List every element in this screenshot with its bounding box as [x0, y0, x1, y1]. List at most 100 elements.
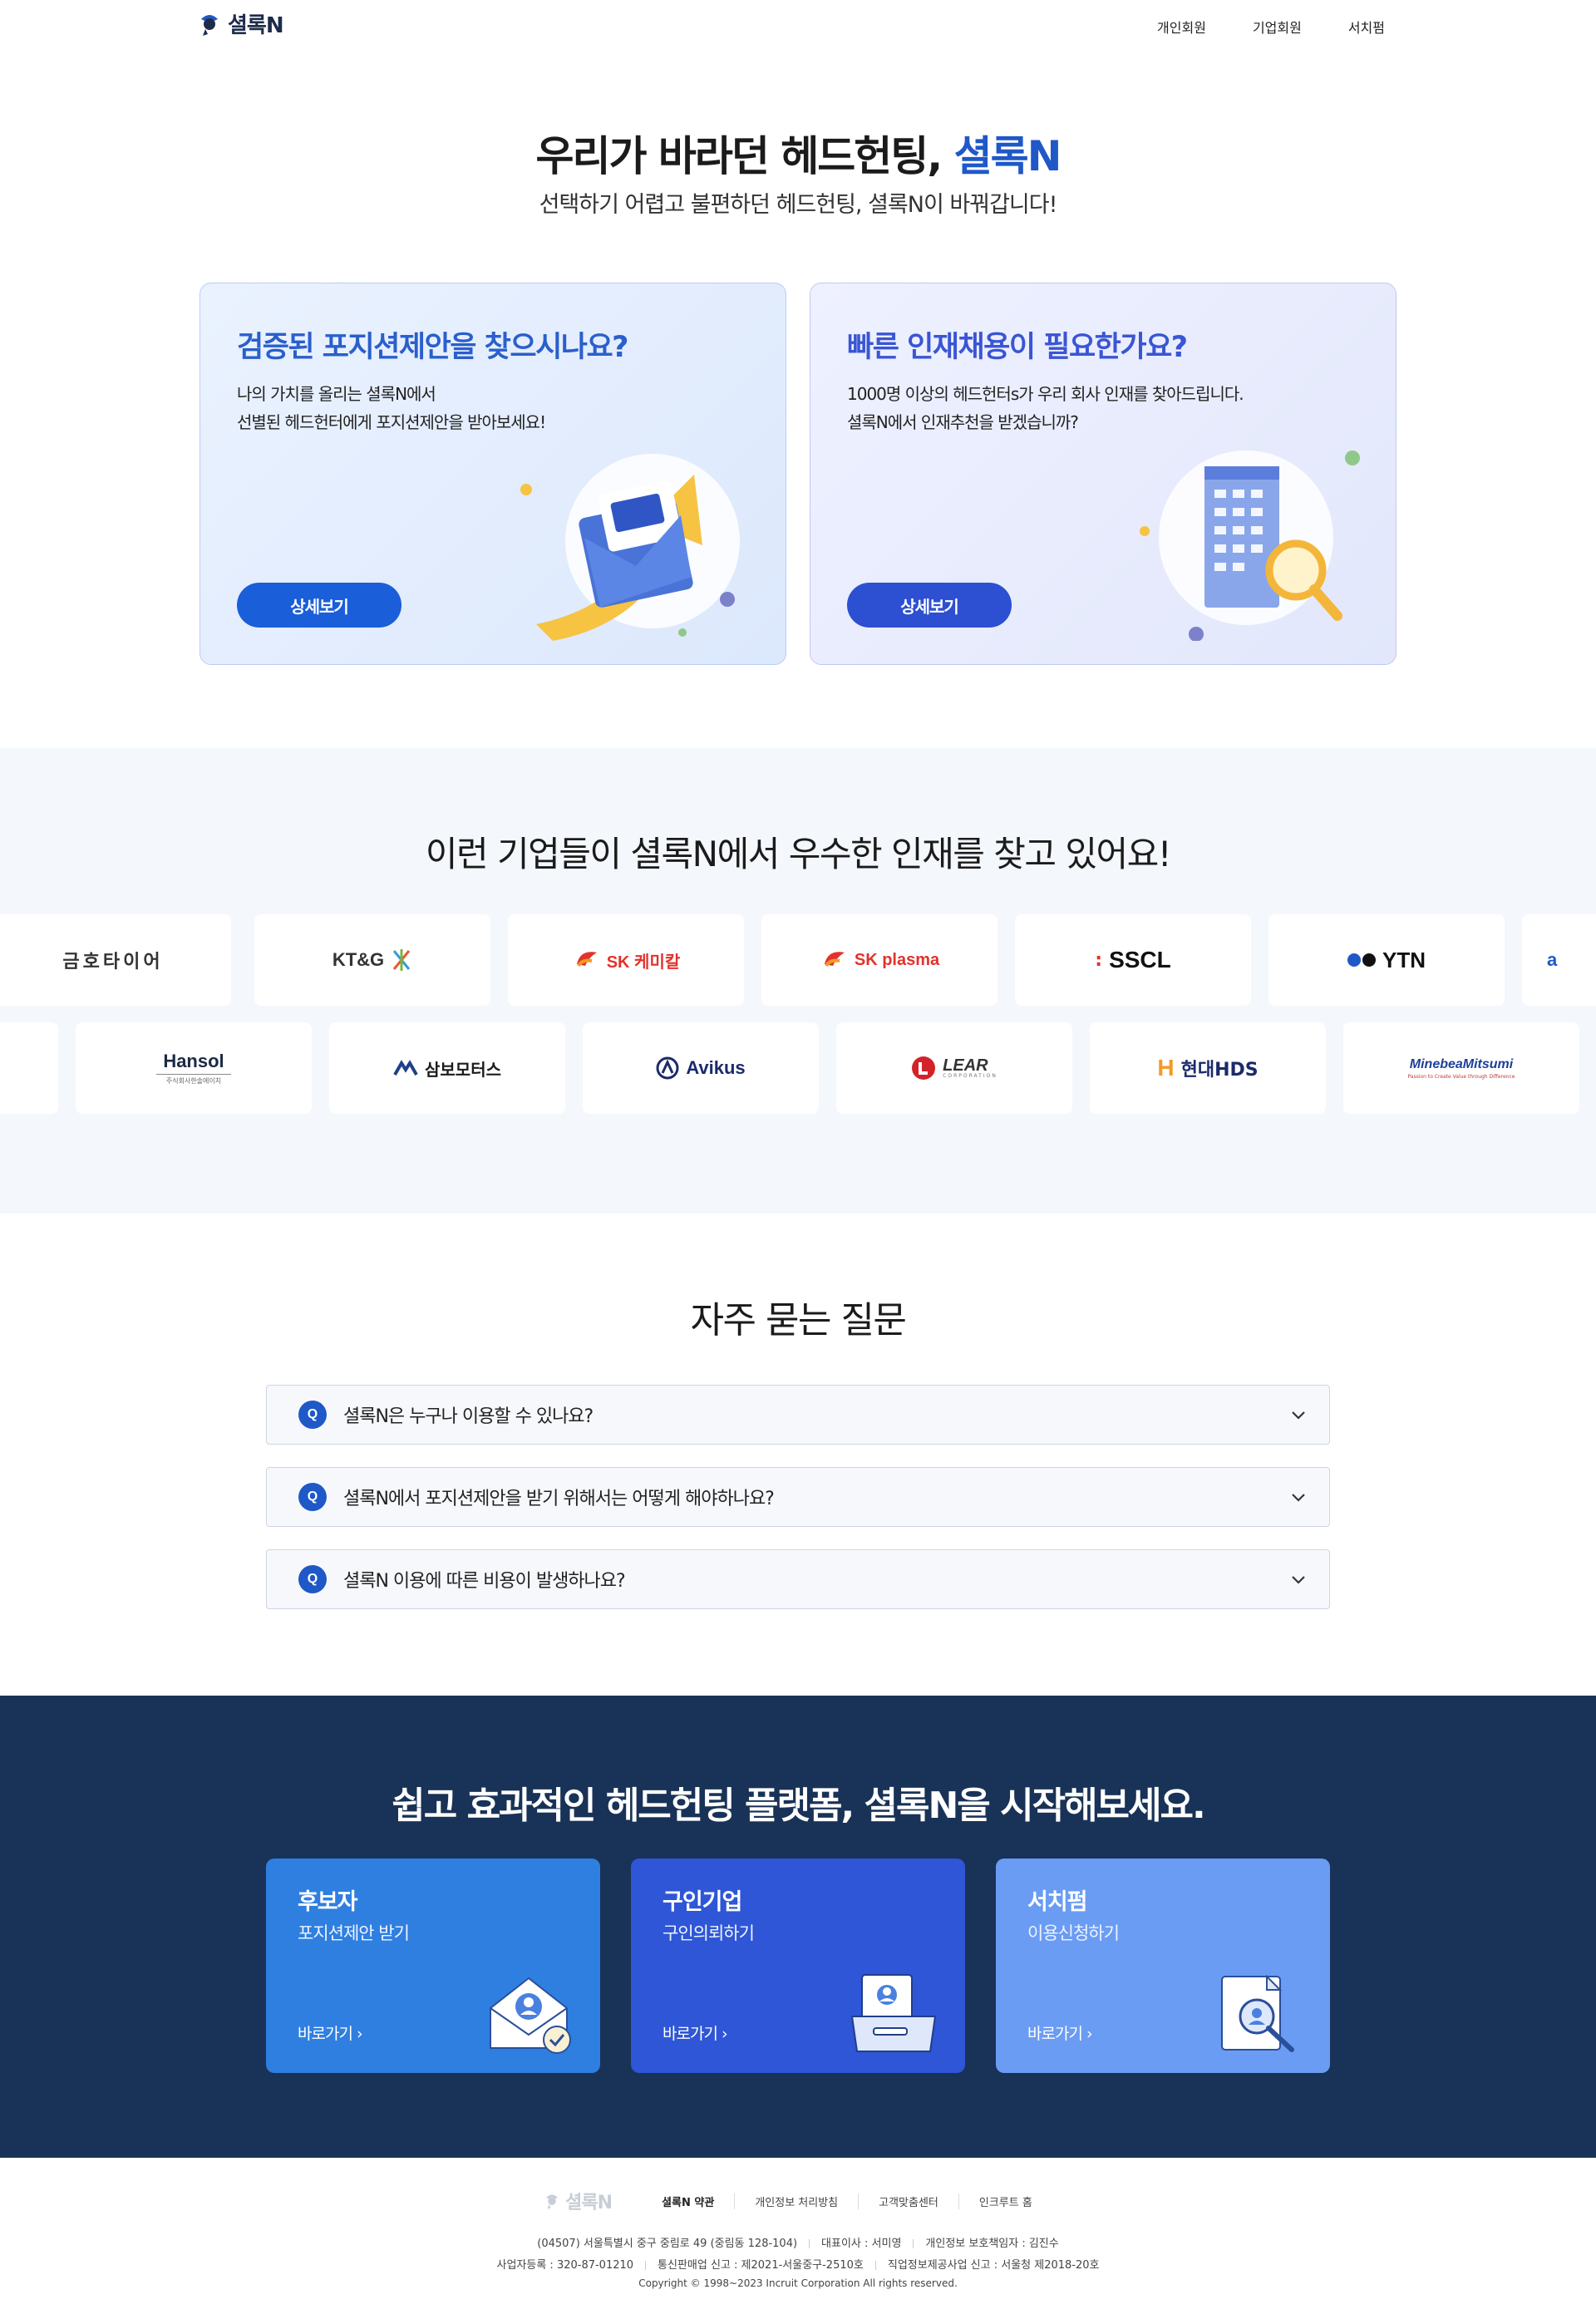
footer-support-link[interactable]: 고객맞춤센터 [858, 2193, 958, 2209]
ktg-mark-icon [392, 949, 411, 971]
logo-text: MinebeaMitsumi [1409, 1056, 1514, 1071]
faq-q-badge: Q [298, 1483, 327, 1511]
footer-privacy-officer: 개인정보 보호책임자 : 김진수 [925, 2238, 1059, 2250]
faq-question: 셜록N은 누구나 이용할 수 있나요? [343, 1406, 594, 1427]
logo-sk-plasma: SK plasma [761, 914, 998, 1006]
envelope-person-check-icon [490, 1977, 571, 2054]
logo-text: 현대HDS [1180, 1060, 1259, 1081]
cta-go-label: 바로가기 [1027, 2025, 1083, 2043]
logo-text: 셜록N [228, 13, 284, 38]
logo-sk-chemicals: SK 케미칼 [508, 914, 744, 1006]
chevron-down-icon[interactable] [1289, 1406, 1308, 1424]
footer-job-info: 직업정보제공사업 신고 : 서울청 제2018-20호 [887, 2259, 1100, 2272]
faq-title: 자주 묻는 질문 [690, 1299, 907, 1342]
cta-go-link[interactable]: 바로가기 › [663, 2021, 728, 2044]
faq-item[interactable]: Q 셜록N 이용에 따른 비용이 발생하나요? [266, 1549, 1330, 1609]
logo-text: SK 케미칼 [606, 953, 681, 972]
faq-item[interactable]: Q 셜록N은 누구나 이용할 수 있나요? [266, 1385, 1330, 1445]
cta-go-link[interactable]: 바로가기 › [298, 2021, 363, 2044]
card-desc-line: 1000명 이상의 헤드헌터s가 우리 회사 인재를 찾아드립니다. [847, 384, 1244, 404]
cta-card-candidate[interactable]: 후보자 포지션제안 받기 바로가기 › [266, 1859, 600, 2073]
footer-logo-text: 셜록N [565, 2193, 613, 2213]
footer-terms-link[interactable]: 셜록N 약관 [642, 2193, 734, 2209]
company-card: 빠른 인재채용이 필요한가요? 1000명 이상의 헤드헌터s가 우리 회사 인… [810, 283, 1396, 665]
chevron-right-icon: › [356, 2025, 363, 2043]
site-header: 셜록N 개인회원 기업회원 서치펌 [0, 0, 1596, 53]
detective-logo-icon [546, 2194, 559, 2209]
cta-go-link[interactable]: 바로가기 › [1027, 2021, 1093, 2044]
sambo-mark-icon [393, 1060, 418, 1076]
cta-card-title: 구인기업 [663, 1889, 742, 1915]
site-footer: 셜록N 셜록N 약관 개인정보 처리방침 고객맞춤센터 인크루트 홈 (0450… [0, 2158, 1596, 2319]
cta-card-company[interactable]: 구인기업 구인의뢰하기 바로가기 › [631, 1859, 965, 2073]
ytn-dots-icon [1347, 953, 1376, 967]
cta-card-subtitle: 포지션제안 받기 [298, 1923, 410, 1943]
chevron-down-icon[interactable] [1289, 1570, 1308, 1588]
footer-info-line: (04507) 서울특별시 중구 중림로 49 (중림동 128-104) 대표이… [0, 2234, 1596, 2250]
folder-person-icon [850, 1974, 937, 2052]
logo-text: a [1547, 949, 1558, 970]
document-search-icon [1221, 1974, 1294, 2052]
nav-company[interactable]: 기업회원 [1253, 17, 1302, 37]
logo-text: 삼보모터스 [425, 1059, 501, 1080]
footer-incruit-link[interactable]: 인크루트 홈 [958, 2193, 1052, 2209]
card-title: 검증된 포지션제안을 찾으시나요? [237, 331, 628, 364]
logo-text: Hansol [156, 1051, 231, 1075]
candidate-card: 검증된 포지션제안을 찾으시나요? 나의 가치를 올리는 셜록N에서 선별된 헤… [200, 283, 786, 665]
cta-card-title: 후보자 [298, 1889, 358, 1915]
logo-subtext: 주식회사한솔에이치 [165, 1077, 222, 1085]
card-desc-line: 셜록N에서 인재추천을 받겠습니까? [847, 412, 1079, 432]
logo-subtext: Passion to Create Value through Differen… [1407, 1073, 1515, 1080]
cta-card-searchfirm[interactable]: 서치펌 이용신청하기 바로가기 › [996, 1859, 1330, 2073]
logo-subtext: CORPORATION [943, 1073, 998, 1079]
lear-wordmark: LEAR CORPORATION [943, 1057, 998, 1079]
cta-title: 쉽고 효과적인 헤드헌팅 플랫폼, 셜록N을 시작해보세요. [392, 1785, 1205, 1827]
card-desc-line: 나의 가치를 올리는 셜록N에서 [237, 384, 436, 404]
company-detail-button[interactable]: 상세보기 [847, 583, 1012, 628]
nav-individual[interactable]: 개인회원 [1157, 17, 1206, 37]
footer-ecommerce: 통신판매업 신고 : 제2021-서울중구-2510호 [658, 2259, 864, 2272]
footer-logo[interactable]: 셜록N [544, 2188, 613, 2214]
footer-copyright: Copyright © 1998~2023 Incruit Corporatio… [638, 2277, 958, 2289]
logo-partial: a [1522, 914, 1596, 1006]
footer-biz-no: 사업자등록 : 320-87-01210 [496, 2259, 634, 2272]
chevron-right-icon: › [1086, 2025, 1093, 2043]
building-magnifier-icon [1140, 451, 1360, 641]
envelope-arrow-icon [520, 454, 740, 641]
cta-go-label: 바로가기 [298, 2025, 353, 2043]
chevron-down-icon[interactable] [1289, 1488, 1308, 1506]
logo-text: 금호타이어 [62, 952, 164, 972]
footer-privacy-link[interactable]: 개인정보 처리방침 [734, 2193, 858, 2209]
candidate-detail-button[interactable]: 상세보기 [237, 583, 401, 628]
logo-hyundai-hds: H 현대HDS [1090, 1022, 1326, 1114]
logo-text: SK plasma [854, 950, 940, 969]
logo-text: Avikus [686, 1057, 746, 1078]
logo-ytn: YTN [1268, 914, 1505, 1006]
footer-address: (04507) 서울특별시 중구 중림로 49 (중림동 128-104) [537, 2238, 798, 2250]
logo-text: KT&G [332, 949, 385, 970]
card-title: 빠른 인재채용이 필요한가요? [847, 331, 1188, 364]
cta-go-label: 바로가기 [663, 2025, 718, 2043]
companies-section: 이런 기업들이 셜록N에서 우수한 인재를 찾고 있어요! 금호타이어 KT&G… [0, 748, 1596, 1214]
faq-item[interactable]: Q 셜록N에서 포지션제안을 받기 위해서는 어떻게 해야하나요? [266, 1467, 1330, 1527]
avikus-emblem-icon [656, 1056, 679, 1080]
footer-info-line: 사업자등록 : 320-87-01210 통신판매업 신고 : 제2021-서울중… [0, 2256, 1596, 2272]
hero-title-brand: 셜록N [953, 132, 1062, 180]
nav-searchfirm[interactable]: 서치펌 [1348, 17, 1385, 37]
logo-lear: LEAR CORPORATION [836, 1022, 1072, 1114]
companies-title: 이런 기업들이 셜록N에서 우수한 인재를 찾고 있어요! [425, 834, 1172, 874]
footer-ceo: 대표이사 : 서미영 [821, 2238, 902, 2250]
footer-links: 셜록N 셜록N 약관 개인정보 처리방침 고객맞춤센터 인크루트 홈 [0, 2188, 1596, 2214]
logo-minebea: MinebeaMitsumi Passion to Create Value t… [1343, 1022, 1579, 1114]
logo-text: SSCL [1109, 947, 1171, 972]
logo-hansol: Hansol 주식회사한솔에이치 [76, 1022, 312, 1114]
logo-sambo: 삼보모터스 [329, 1022, 565, 1114]
cta-card-subtitle: 구인의뢰하기 [663, 1923, 755, 1943]
sscl-dot-icon: : [1095, 949, 1103, 971]
service-cards: 검증된 포지션제안을 찾으시나요? 나의 가치를 올리는 셜록N에서 선별된 헤… [200, 283, 1396, 665]
company-logo-row: 금호타이어 KT&G SK 케미칼 SK plasma : SSCL YTN a [0, 914, 1596, 1006]
cta-card-subtitle: 이용신청하기 [1027, 1923, 1120, 1943]
site-logo[interactable]: 셜록N [198, 8, 284, 39]
hds-h-icon: H [1157, 1055, 1175, 1081]
card-desc-line: 선별된 헤드헌터에게 포지션제안을 받아보세요! [237, 412, 546, 432]
